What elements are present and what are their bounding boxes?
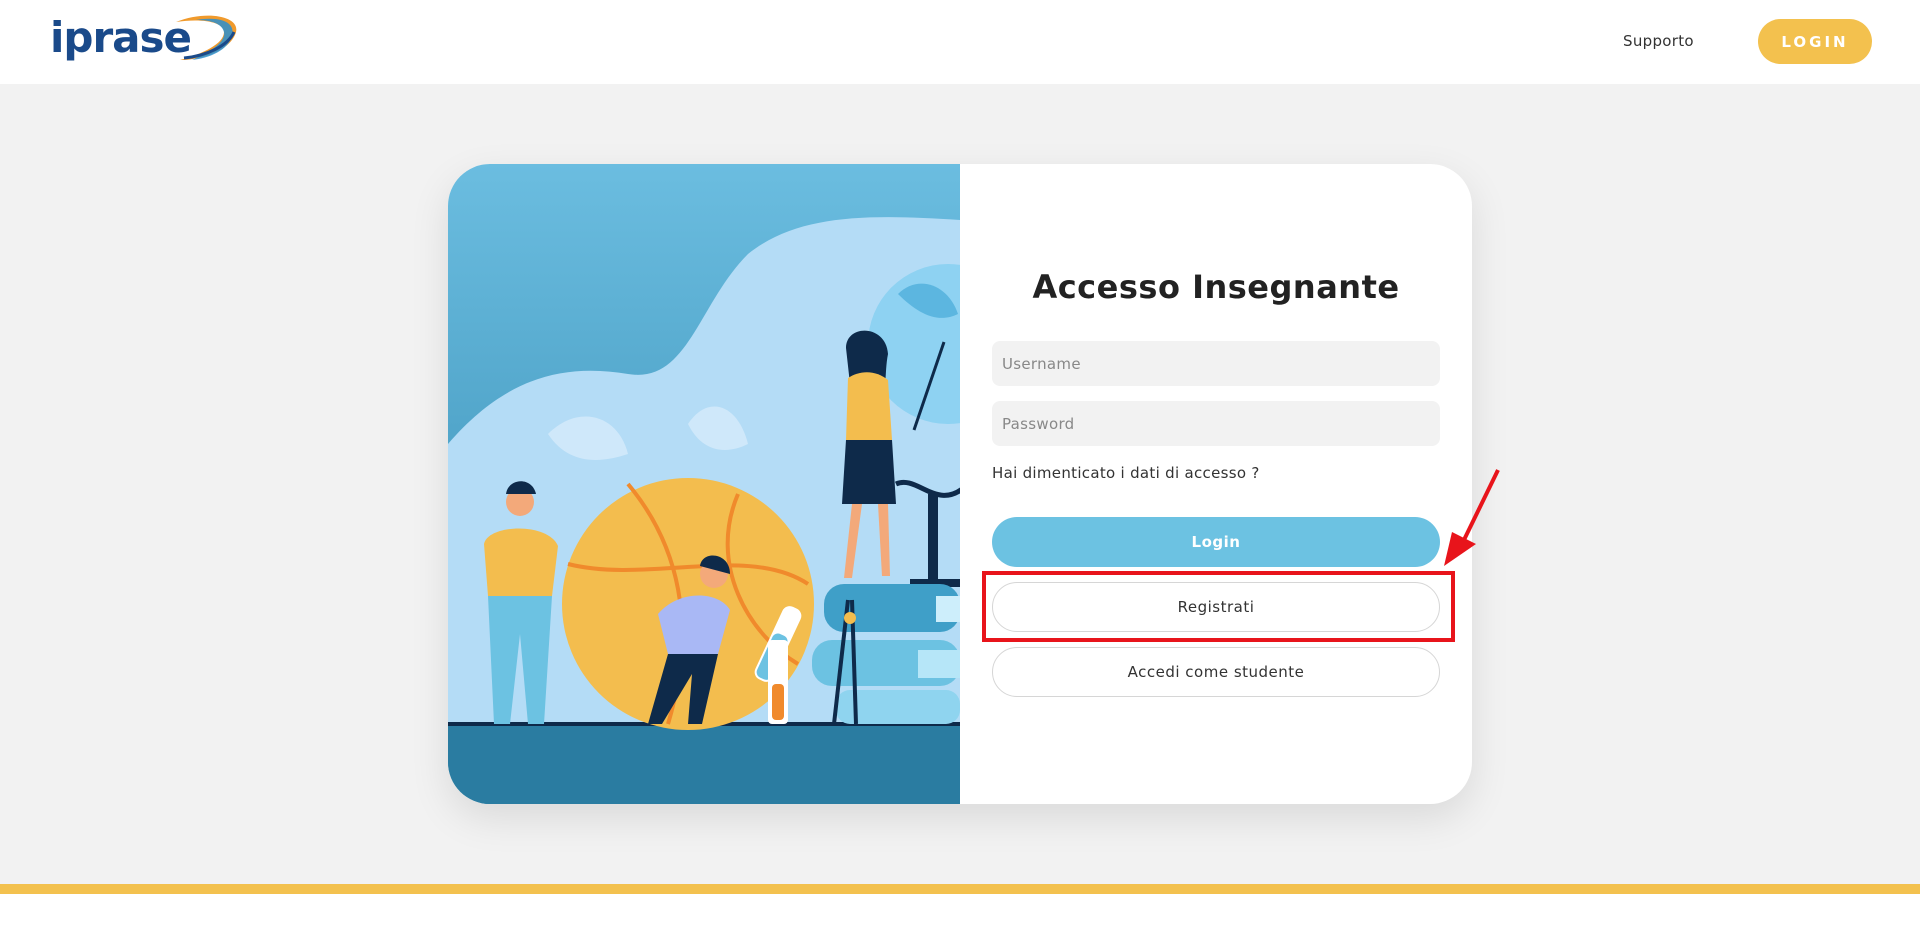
nav-supporto-link[interactable]: Supporto xyxy=(1623,32,1694,50)
footer xyxy=(0,894,1920,929)
username-input[interactable] xyxy=(992,341,1440,386)
teacher-illustration xyxy=(448,164,960,804)
login-form-panel: Accesso Insegnante Hai dimenticato i dat… xyxy=(960,164,1472,804)
login-card: Accesso Insegnante Hai dimenticato i dat… xyxy=(448,164,1472,804)
highlight-box xyxy=(982,571,1455,642)
login-button[interactable]: Login xyxy=(992,517,1440,567)
top-header: iprase Supporto LOGIN xyxy=(0,0,1920,84)
password-input[interactable] xyxy=(992,401,1440,446)
header-login-button[interactable]: LOGIN xyxy=(1758,19,1872,64)
red-arrow-icon xyxy=(1444,469,1500,566)
student-login-button[interactable]: Accedi come studente xyxy=(992,647,1440,697)
iprase-logo[interactable]: iprase xyxy=(50,14,237,66)
forgot-credentials-link[interactable]: Hai dimenticato i dati di accesso ? xyxy=(992,464,1260,482)
logo-swoosh-icon xyxy=(176,15,237,60)
form-title: Accesso Insegnante xyxy=(1032,268,1400,306)
footer-stripe xyxy=(0,884,1920,894)
